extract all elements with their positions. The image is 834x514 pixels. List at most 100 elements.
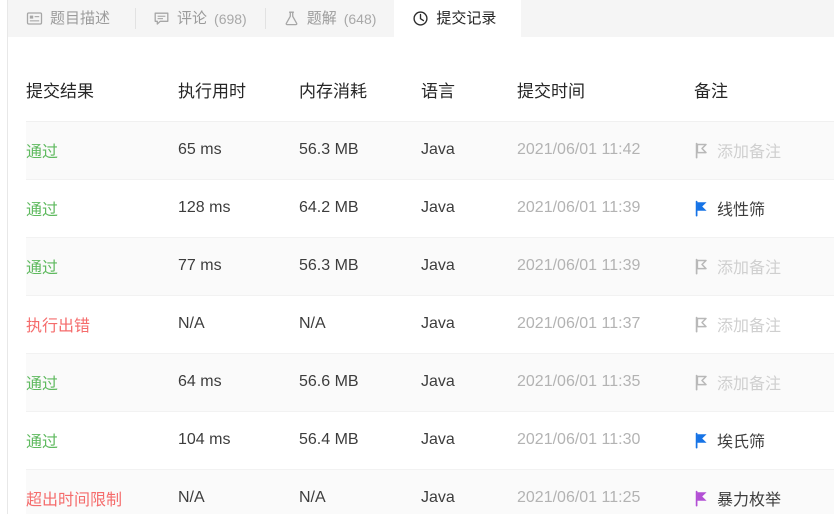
flag-icon	[694, 200, 709, 217]
flag-icon	[694, 316, 709, 333]
cell-runtime: 77 ms	[178, 237, 299, 296]
cell-submitted-at: 2021/06/01 11:35	[517, 353, 694, 412]
cell-note: 添加备注	[694, 121, 834, 180]
tab-comments[interactable]: 评论 (698)	[135, 0, 265, 37]
cell-memory: N/A	[299, 295, 421, 354]
cell-language: Java	[421, 121, 517, 180]
note-button[interactable]: 添加备注	[694, 312, 834, 336]
cell-language: Java	[421, 411, 517, 470]
column-header-result: 提交结果	[26, 58, 178, 122]
note-button[interactable]: 添加备注	[694, 370, 834, 394]
note-text: 埃氏筛	[717, 434, 766, 451]
submission-status-link[interactable]: 通过	[26, 144, 58, 161]
cell-submitted-at: 2021/06/01 11:30	[517, 411, 694, 470]
note-text: 添加备注	[717, 260, 782, 277]
column-header-time: 提交时间	[517, 58, 694, 122]
cell-memory: 56.3 MB	[299, 237, 421, 296]
flag-icon	[694, 142, 709, 159]
cell-language: Java	[421, 237, 517, 296]
submission-status-link[interactable]: 通过	[26, 260, 58, 277]
table-row[interactable]: 执行出错 N/A N/A Java 2021/06/01 11:37 添加备注	[26, 295, 834, 354]
column-header-note: 备注	[694, 58, 834, 122]
table-row[interactable]: 通过 104 ms 56.4 MB Java 2021/06/01 11:30 埃氏筛	[26, 411, 834, 470]
cell-result: 通过	[26, 411, 178, 470]
column-header-language: 语言	[421, 58, 517, 122]
problem-tabbar: 题目描述 评论 (698) 题解 (648) 提交记录	[8, 0, 834, 37]
cell-submitted-at: 2021/06/01 11:39	[517, 179, 694, 238]
tabbar-spacer	[521, 0, 834, 37]
cell-runtime: 65 ms	[178, 121, 299, 180]
note-text: 添加备注	[717, 376, 782, 393]
table-head: 提交结果 执行用时 内存消耗 语言 提交时间 备注	[26, 58, 834, 122]
note-button[interactable]: 添加备注	[694, 138, 834, 162]
flask-icon	[283, 10, 300, 27]
submissions-page: 题目描述 评论 (698) 题解 (648) 提交记录 提交结果 执行用时 内存…	[0, 0, 834, 514]
cell-runtime: N/A	[178, 295, 299, 354]
cell-memory: 64.2 MB	[299, 179, 421, 238]
table-row[interactable]: 通过 65 ms 56.3 MB Java 2021/06/01 11:42 添加备注	[26, 121, 834, 180]
cell-memory: 56.4 MB	[299, 411, 421, 470]
submission-status-link[interactable]: 通过	[26, 202, 58, 219]
cell-note: 埃氏筛	[694, 411, 834, 470]
left-gutter	[0, 0, 8, 514]
tab-label: 提交记录	[436, 10, 497, 27]
tab-label: 题目描述	[50, 10, 111, 27]
tab-solutions[interactable]: 题解 (648)	[264, 0, 395, 37]
cell-language: Java	[421, 295, 517, 354]
table-row[interactable]: 通过 77 ms 56.3 MB Java 2021/06/01 11:39 添加备注	[26, 237, 834, 296]
tab-label: 评论	[177, 10, 208, 27]
cell-language: Java	[421, 353, 517, 412]
cell-note: 暴力枚举	[694, 469, 834, 514]
note-text: 线性筛	[717, 202, 766, 219]
table-body: 通过 65 ms 56.3 MB Java 2021/06/01 11:42 添加备注 通过…	[26, 121, 834, 514]
note-button[interactable]: 线性筛	[694, 196, 834, 220]
cell-language: Java	[421, 179, 517, 238]
cell-memory: 56.3 MB	[299, 121, 421, 180]
cell-runtime: 104 ms	[178, 411, 299, 470]
tab-count: (648)	[343, 10, 377, 27]
table-row[interactable]: 超出时间限制 N/A N/A Java 2021/06/01 11:25 暴力枚举	[26, 469, 834, 514]
note-button[interactable]: 暴力枚举	[694, 486, 834, 510]
cell-note: 添加备注	[694, 295, 834, 354]
comment-icon	[153, 10, 170, 27]
cell-submitted-at: 2021/06/01 11:25	[517, 469, 694, 514]
cell-runtime: 64 ms	[178, 353, 299, 412]
tab-count: (698)	[214, 10, 247, 27]
submissions-table: 提交结果 执行用时 内存消耗 语言 提交时间 备注 通过 65 ms 56.3 MB…	[26, 58, 834, 514]
flag-icon	[694, 490, 709, 507]
note-button[interactable]: 添加备注	[694, 254, 834, 278]
submission-status-link[interactable]: 执行出错	[26, 318, 90, 335]
cell-result: 通过	[26, 353, 178, 412]
submission-status-link[interactable]: 通过	[26, 376, 58, 393]
cell-note: 线性筛	[694, 179, 834, 238]
tab-submissions[interactable]: 提交记录	[394, 0, 522, 37]
flag-icon	[694, 432, 709, 449]
column-header-memory: 内存消耗	[299, 58, 421, 122]
note-text: 添加备注	[717, 144, 782, 161]
flag-icon	[694, 374, 709, 391]
cell-memory: 56.6 MB	[299, 353, 421, 412]
cell-runtime: 128 ms	[178, 179, 299, 238]
submission-status-link[interactable]: 超出时间限制	[26, 492, 122, 509]
table-row[interactable]: 通过 128 ms 64.2 MB Java 2021/06/01 11:39 线性筛	[26, 179, 834, 238]
cell-note: 添加备注	[694, 353, 834, 412]
cell-submitted-at: 2021/06/01 11:42	[517, 121, 694, 180]
column-header-runtime: 执行用时	[178, 58, 299, 122]
clock-icon	[412, 10, 429, 27]
tab-description[interactable]: 题目描述	[8, 0, 136, 37]
note-text: 添加备注	[717, 318, 782, 335]
cell-submitted-at: 2021/06/01 11:37	[517, 295, 694, 354]
flag-icon	[694, 258, 709, 275]
cell-result: 执行出错	[26, 295, 178, 354]
cell-runtime: N/A	[178, 469, 299, 514]
cell-submitted-at: 2021/06/01 11:39	[517, 237, 694, 296]
submission-status-link[interactable]: 通过	[26, 434, 58, 451]
submissions-table-container: 提交结果 执行用时 内存消耗 语言 提交时间 备注 通过 65 ms 56.3 MB…	[26, 58, 834, 514]
table-row[interactable]: 通过 64 ms 56.6 MB Java 2021/06/01 11:35 添加备注	[26, 353, 834, 412]
description-icon	[26, 10, 43, 27]
note-button[interactable]: 埃氏筛	[694, 428, 834, 452]
cell-result: 通过	[26, 237, 178, 296]
cell-language: Java	[421, 469, 517, 514]
tab-label: 题解	[306, 10, 337, 27]
note-text: 暴力枚举	[717, 492, 782, 509]
